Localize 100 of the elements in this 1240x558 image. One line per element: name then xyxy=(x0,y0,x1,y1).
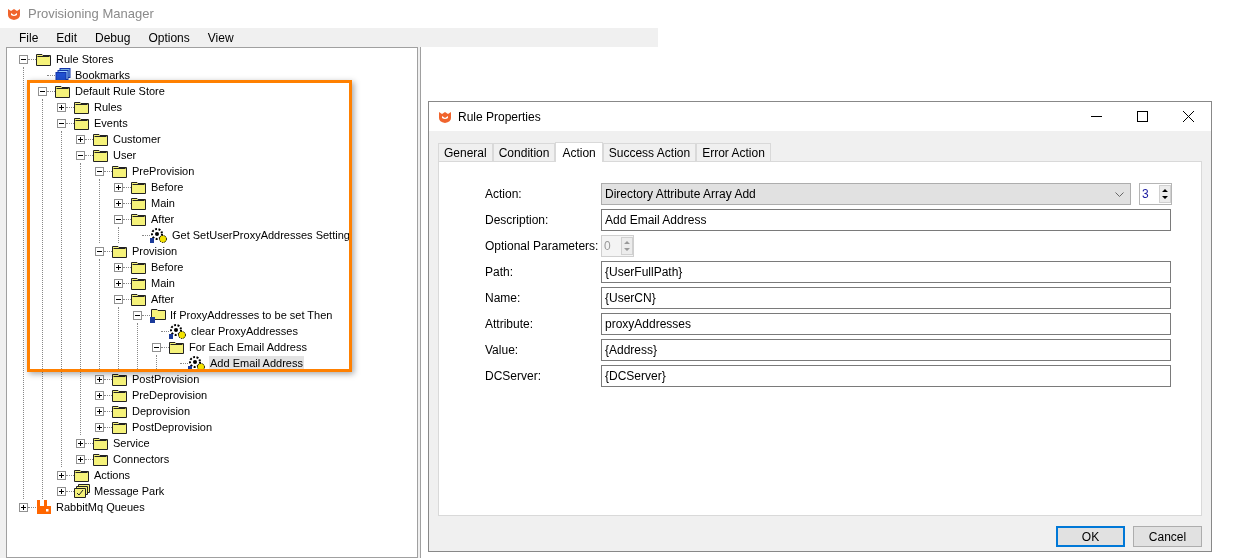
expand-toggle[interactable] xyxy=(114,278,123,288)
menu-item[interactable]: Edit xyxy=(47,28,87,47)
expand-toggle[interactable] xyxy=(95,166,104,176)
tree-item[interactable]: Default Rule Store xyxy=(74,83,166,99)
expand-toggle[interactable] xyxy=(95,374,104,384)
expand-toggle[interactable] xyxy=(95,422,104,432)
tree-item[interactable]: Message Park xyxy=(93,483,166,499)
dialog-button[interactable]: OK xyxy=(1056,526,1125,547)
expand-toggle[interactable] xyxy=(38,86,47,96)
tree-item[interactable]: Connectors xyxy=(112,451,171,467)
tree-item[interactable]: clear ProxyAddresses xyxy=(190,323,299,339)
tree-item[interactable]: RabbitMq Queues xyxy=(55,499,146,515)
number-spinner[interactable]: 3 xyxy=(1139,183,1172,205)
text-field[interactable]: {Address} xyxy=(601,339,1171,361)
tree-item[interactable]: After xyxy=(150,291,176,307)
tab[interactable]: Condition xyxy=(492,143,556,161)
field-label: Action: xyxy=(485,186,523,203)
expand-toggle[interactable] xyxy=(114,198,123,208)
close-icon xyxy=(1182,111,1194,122)
folder-icon xyxy=(55,84,71,98)
tab[interactable]: Action xyxy=(555,142,603,162)
text-field[interactable]: {UserCN} xyxy=(601,287,1171,309)
tree-item[interactable]: Rules xyxy=(93,99,124,115)
field-label: Name: xyxy=(485,290,522,307)
folder-icon xyxy=(112,420,128,434)
tree-item[interactable]: Get SetUserProxyAddresses Setting xyxy=(171,227,351,243)
tree-item[interactable]: Main xyxy=(150,195,176,211)
text-field[interactable]: {DCServer} xyxy=(601,365,1171,387)
text-field[interactable]: proxyAddresses xyxy=(601,313,1171,335)
expand-toggle[interactable] xyxy=(19,502,28,512)
folder-icon xyxy=(131,180,147,194)
folder-icon xyxy=(112,388,128,402)
tree-item[interactable]: PreProvision xyxy=(131,163,196,179)
expand-toggle[interactable] xyxy=(57,470,66,480)
tab[interactable]: General xyxy=(438,143,493,161)
spin-arrows-icon[interactable] xyxy=(1159,185,1171,203)
expand-toggle[interactable] xyxy=(95,390,104,400)
folder-icon xyxy=(131,196,147,210)
text-field[interactable]: {UserFullPath} xyxy=(601,261,1171,283)
folder-icon xyxy=(150,307,166,323)
folder-icon xyxy=(131,212,147,226)
expand-toggle[interactable] xyxy=(95,246,104,256)
folder-icon xyxy=(169,340,185,354)
dropdown[interactable]: Directory Attribute Array Add xyxy=(601,183,1131,205)
bookmarks-icon xyxy=(55,68,71,82)
tab[interactable]: Success Action xyxy=(602,143,697,161)
tree-item[interactable]: PostDeprovision xyxy=(131,419,214,435)
text-field[interactable]: Add Email Address xyxy=(601,209,1171,231)
folder-icon xyxy=(112,372,128,386)
expand-toggle[interactable] xyxy=(152,342,161,352)
expand-toggle[interactable] xyxy=(76,454,85,464)
tree-item[interactable]: Before xyxy=(150,179,185,195)
dialog-button[interactable]: Cancel xyxy=(1133,526,1202,547)
expand-toggle[interactable] xyxy=(114,262,123,272)
field-label: DCServer: xyxy=(485,368,542,385)
folders-icon xyxy=(74,484,90,498)
expand-toggle[interactable] xyxy=(95,406,104,416)
folder-icon xyxy=(93,132,109,146)
menu-item[interactable]: Debug xyxy=(86,28,140,47)
gear-icon xyxy=(188,355,206,371)
expand-toggle[interactable] xyxy=(57,118,66,128)
tree-item[interactable]: Deprovision xyxy=(131,403,192,419)
folder-icon xyxy=(93,452,109,466)
expand-toggle[interactable] xyxy=(76,438,85,448)
menu-item[interactable]: View xyxy=(198,28,243,47)
tree-item[interactable]: PreDeprovision xyxy=(131,387,209,403)
expand-toggle[interactable] xyxy=(19,54,28,64)
tree-item[interactable]: Customer xyxy=(112,131,162,147)
expand-toggle[interactable] xyxy=(114,182,123,192)
folder-icon xyxy=(131,260,147,274)
expand-toggle[interactable] xyxy=(114,294,123,304)
menu-item[interactable]: File xyxy=(10,28,48,47)
rabbit-icon xyxy=(36,499,52,515)
expand-toggle[interactable] xyxy=(57,486,66,496)
tree-item[interactable]: Service xyxy=(112,435,151,451)
tree-item[interactable]: Rule Stores xyxy=(55,51,115,67)
tree-item[interactable]: For Each Email Address xyxy=(188,339,308,355)
folder-icon xyxy=(74,116,90,130)
tree-item[interactable]: User xyxy=(112,147,138,163)
tree-item[interactable]: Actions xyxy=(93,467,132,483)
expand-toggle[interactable] xyxy=(57,102,66,112)
tree-item[interactable]: After xyxy=(150,211,176,227)
tree-item[interactable]: PostProvision xyxy=(131,371,201,387)
menu-item[interactable]: Options xyxy=(139,28,199,47)
tree-item[interactable]: Bookmarks xyxy=(74,67,132,83)
folder-icon xyxy=(36,52,52,66)
tree-item[interactable]: Before xyxy=(150,259,185,275)
expand-toggle[interactable] xyxy=(133,310,142,320)
tree-item[interactable]: If ProxyAddresses to be set Then xyxy=(169,307,334,323)
tree-item[interactable]: Main xyxy=(150,275,176,291)
folder-icon xyxy=(112,164,128,178)
tree-item[interactable]: Events xyxy=(93,115,129,131)
expand-toggle[interactable] xyxy=(76,134,85,144)
folder-icon xyxy=(93,436,109,450)
tab[interactable]: Error Action xyxy=(696,143,771,161)
field-label: Path: xyxy=(485,264,515,281)
tree-item[interactable]: Provision xyxy=(131,243,179,259)
expand-toggle[interactable] xyxy=(76,150,85,160)
expand-toggle[interactable] xyxy=(114,214,123,224)
dialog-title: Rule Properties xyxy=(458,108,541,126)
